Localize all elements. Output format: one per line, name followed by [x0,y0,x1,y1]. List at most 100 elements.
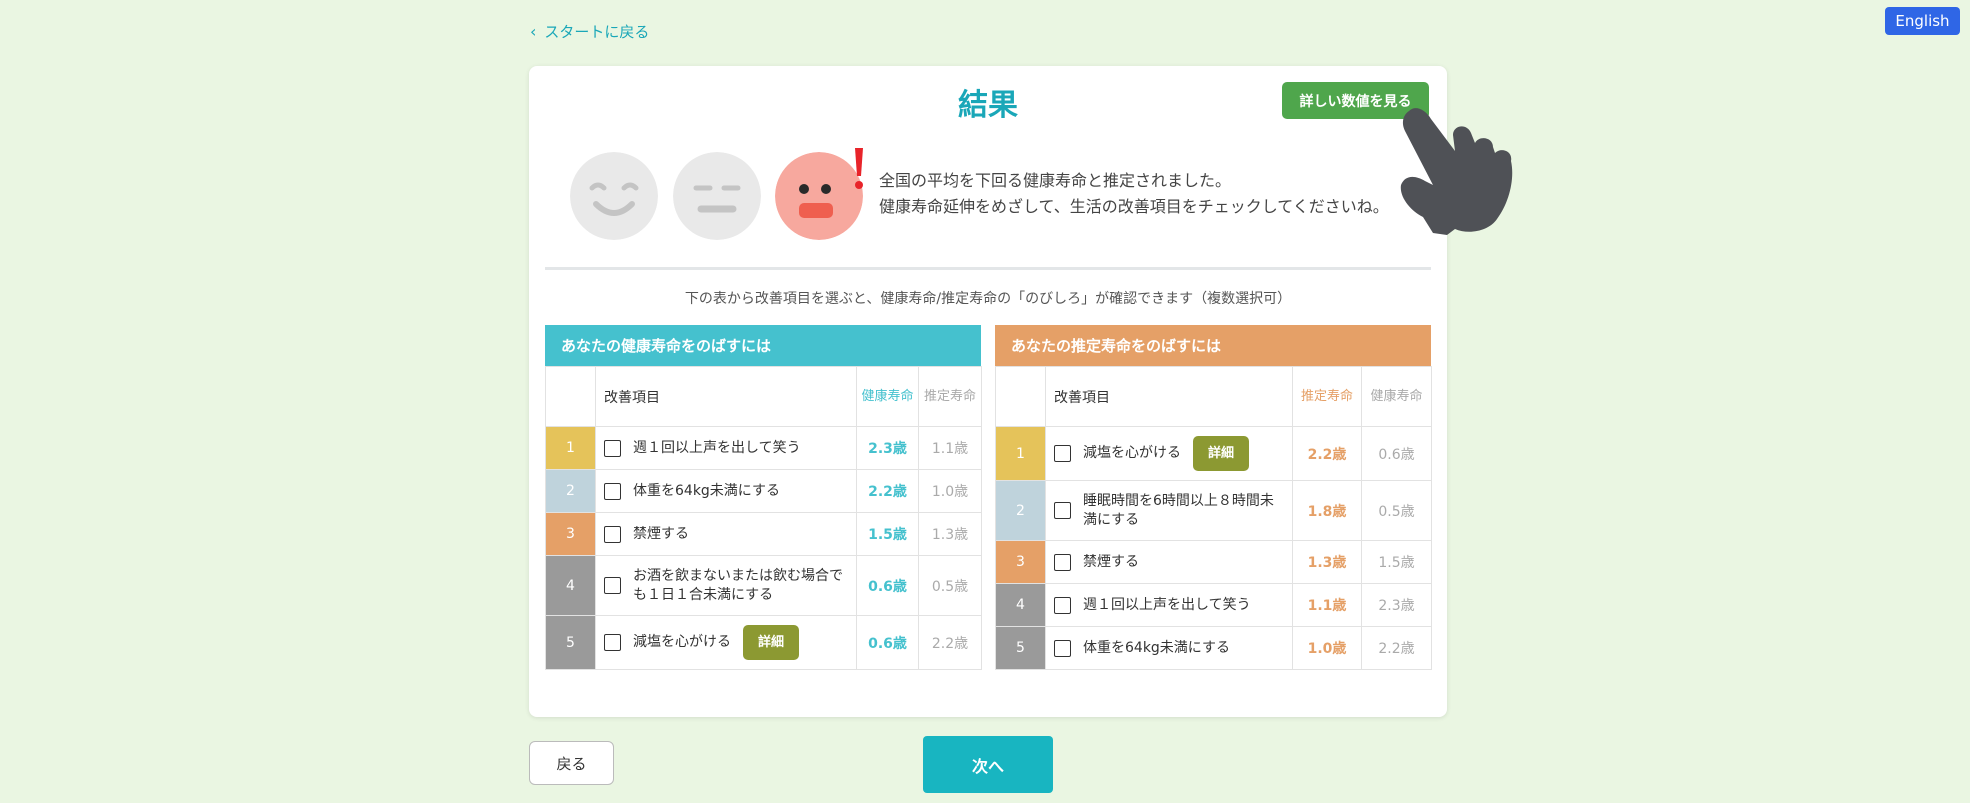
rank-cell: 3 [545,512,596,556]
estimated-lifespan-value: 1.1歳 [918,426,982,470]
estimated-lifespan-table: 改善項目 推定寿命 健康寿命 1 減塩を心がける 詳細 2.2歳 0.6歳 2 睡… [995,366,1432,670]
healthy-lifespan-header: 健康寿命 [856,366,919,427]
health-lifespan-table: 改善項目 健康寿命 推定寿命 1 週１回以上声を出して笑う 2.3歳 1.1歳 … [545,366,982,670]
rank-cell: 5 [995,626,1046,670]
rank-cell: 3 [995,540,1046,584]
pointing-hand-icon [1400,108,1513,235]
estimated-lifespan-header: あなたの推定寿命をのばすには [995,325,1431,366]
item-label: 禁煙する [1083,553,1139,570]
table-row: 5 体重を64kg未満にする 1.0歳 2.2歳 [995,626,1432,670]
item-cell: 体重を64kg未満にする [1045,626,1293,670]
table-row: 5 減塩を心がける 詳細 0.6歳 2.2歳 [545,615,982,670]
estimated-lifespan-panel: あなたの推定寿命をのばすには 改善項目 推定寿命 健康寿命 1 減塩を心がける詳… [995,325,1432,670]
estimated-lifespan-value: 1.3歳 [1292,540,1362,584]
back-button[interactable]: 戻る [529,741,614,785]
face-rating [570,148,870,242]
healthy-lifespan-value: 0.6歳 [1361,426,1432,481]
rank-cell: 2 [545,469,596,513]
divider [545,267,1431,270]
back-to-start-link[interactable]: ‹ スタートに戻る [530,21,649,42]
estimated-lifespan-value: 2.2歳 [1292,426,1362,481]
table-row: 2 睡眠時間を6時間以上８時間未満にする 1.8歳 0.5歳 [995,480,1432,541]
rank-cell: 1 [995,426,1046,481]
estimated-lifespan-value: 1.1歳 [1292,583,1362,627]
exclamation-icon [855,148,863,189]
item-cell: 禁煙する [1045,540,1293,584]
result-card: 結果 詳しい数値を見る 全国の平均を下回る健康寿命と推定されました。 健康寿命延… [529,66,1513,717]
item-cell: 睡眠時間を6時間以上８時間未満にする [1045,480,1293,541]
healthy-lifespan-value: 1.5歳 [856,512,919,556]
back-to-start-label: スタートに戻る [544,23,650,41]
smile-face-icon [570,152,658,240]
table-row: 1 週１回以上声を出して笑う 2.3歳 1.1歳 [545,426,982,470]
item-checkbox[interactable] [604,525,621,543]
item-cell: 減塩を心がける 詳細 [1045,426,1293,481]
healthy-lifespan-value: 2.2歳 [1361,626,1432,670]
item-cell: お酒を飲まないまたは飲む場合でも１日１合未満にする [595,555,857,616]
item-checkbox[interactable] [1054,502,1071,519]
rank-cell: 5 [545,615,596,670]
next-button[interactable]: 次へ [923,736,1053,793]
rank-cell: 2 [995,480,1046,541]
estimated-lifespan-value: 1.0歳 [1292,626,1362,670]
healthy-lifespan-value: 2.3歳 [856,426,919,470]
item-cell: 減塩を心がける 詳細 [595,615,857,670]
item-checkbox[interactable] [1054,596,1071,614]
healthy-lifespan-value: 2.3歳 [1361,583,1432,627]
estimated-lifespan-value: 2.2歳 [918,615,982,670]
estimated-lifespan-value: 1.0歳 [918,469,982,513]
item-checkbox[interactable] [604,439,621,457]
estimated-lifespan-header: 推定寿命 [1292,366,1362,427]
healthy-lifespan-value: 2.2歳 [856,469,919,513]
chevron-left-icon: ‹ [530,21,537,41]
improvement-item-header: 改善項目 [1045,366,1293,427]
item-label: 体重を64kg未満にする [633,482,780,499]
detail-button[interactable]: 詳細 [743,625,800,660]
item-label: 禁煙する [633,525,689,542]
table-row: 4 お酒を飲まないまたは飲む場合でも１日１合未満にする 0.6歳 0.5歳 [545,555,982,616]
item-checkbox[interactable] [1054,639,1071,657]
item-label: 体重を64kg未満にする [1083,639,1230,656]
healthy-lifespan-value: 0.6歳 [856,615,919,670]
item-checkbox[interactable] [604,634,621,651]
improvement-item-header: 改善項目 [595,366,857,427]
item-cell: 体重を64kg未満にする [595,469,857,513]
rank-header [545,366,596,427]
estimated-lifespan-header: 推定寿命 [918,366,982,427]
healthy-lifespan-value: 0.6歳 [856,555,919,616]
item-label: 週１回以上声を出して笑う [1083,596,1251,613]
table-row: 2 体重を64kg未満にする 2.2歳 1.0歳 [545,469,982,513]
estimated-lifespan-value: 1.3歳 [918,512,982,556]
health-lifespan-panel: あなたの健康寿命をのばすには 改善項目 健康寿命 推定寿命 1 週１回以上声を出… [545,325,982,670]
result-message-line1: 全国の平均を下回る健康寿命と推定されました。 [879,171,1232,190]
instruction-text: 下の表から改善項目を選ぶと、健康寿命/推定寿命の「のびしろ」が確認できます（複数… [684,291,1292,307]
table-row: 3 禁煙する 1.5歳 1.3歳 [545,512,982,556]
item-label: 睡眠時間を6時間以上８時間未満にする [1083,492,1274,528]
item-cell: 週１回以上声を出して笑う [595,426,857,470]
neutral-face-icon [673,152,761,240]
table-row: 3 禁煙する 1.3歳 1.5歳 [995,540,1432,584]
rank-cell: 1 [545,426,596,470]
table-row: 4 週１回以上声を出して笑う 1.1歳 2.3歳 [995,583,1432,627]
healthy-lifespan-value: 1.5歳 [1361,540,1432,584]
item-label: 減塩を心がける [1083,445,1181,461]
health-lifespan-header: あなたの健康寿命をのばすには [545,325,981,366]
worried-face-icon [775,152,863,240]
item-checkbox[interactable] [1054,445,1071,462]
item-checkbox[interactable] [1054,553,1071,571]
item-cell: 禁煙する [595,512,857,556]
item-label: お酒を飲まないまたは飲む場合でも１日１合未満にする [633,567,843,603]
item-checkbox[interactable] [604,482,621,500]
detail-button[interactable]: 詳細 [1193,436,1250,471]
rank-cell: 4 [995,583,1046,627]
item-label: 週１回以上声を出して笑う [633,439,801,456]
rank-cell: 4 [545,555,596,616]
table-row: 1 減塩を心がける 詳細 2.2歳 0.6歳 [995,426,1432,481]
item-cell: 週１回以上声を出して笑う [1045,583,1293,627]
english-language-button[interactable]: English [1885,7,1960,35]
item-checkbox[interactable] [604,577,621,594]
rank-header [995,366,1046,427]
result-message: 全国の平均を下回る健康寿命と推定されました。 健康寿命延伸をめざして、生活の改善… [879,168,1389,220]
result-message-line2: 健康寿命延伸をめざして、生活の改善項目をチェックしてくださいね。 [879,197,1389,216]
table-header-row: 改善項目 推定寿命 健康寿命 [995,366,1432,427]
